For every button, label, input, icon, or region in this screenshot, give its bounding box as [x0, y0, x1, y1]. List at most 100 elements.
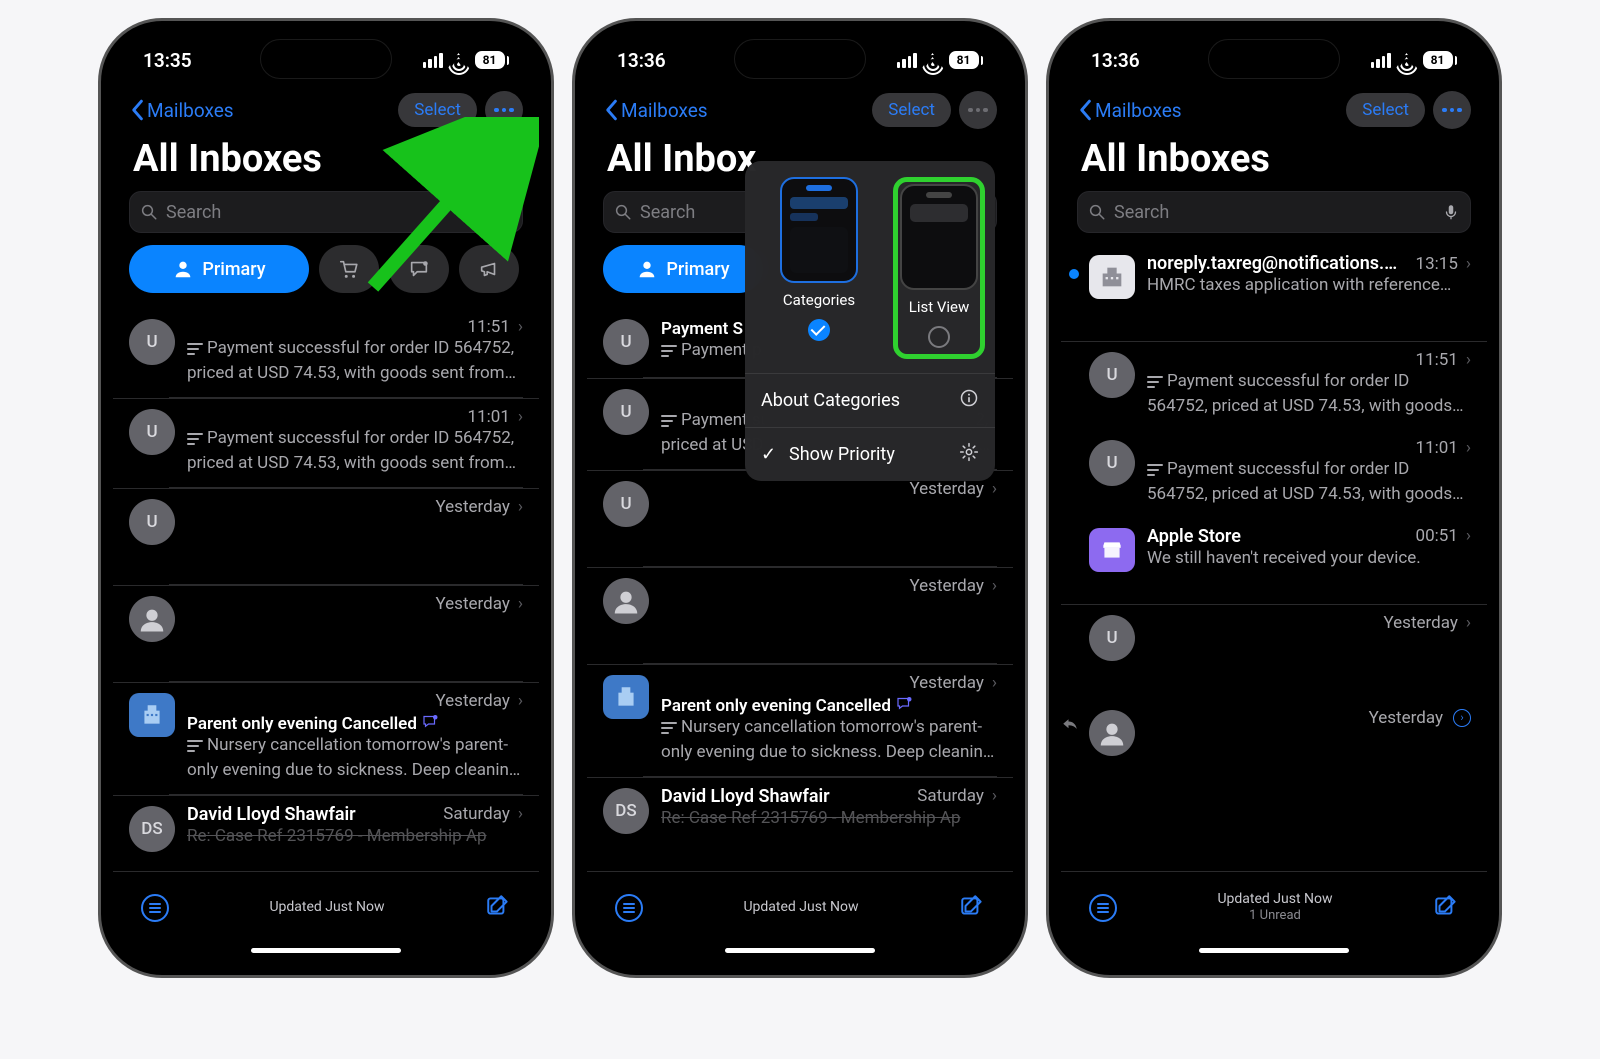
notification-icon: [417, 714, 439, 734]
option-categories[interactable]: Categories: [755, 177, 883, 359]
email-sender: noreply.taxreg@notifications.…: [1147, 253, 1408, 274]
email-row[interactable]: U 11:01› Payment successful for order ID…: [113, 398, 539, 487]
toolbar-status: Updated Just Now1 Unread: [1117, 891, 1433, 925]
person-icon: [137, 604, 167, 634]
unread-dot-icon: [1069, 269, 1079, 279]
more-button[interactable]: [959, 91, 997, 129]
list-view-preview-icon: [900, 184, 978, 290]
radio-selected-icon: [808, 319, 830, 341]
dynamic-island: [260, 39, 392, 79]
phone-frame-1: 13:35 81 Mailboxes Select All Inboxes Se…: [98, 18, 554, 978]
building-icon: [1098, 263, 1126, 291]
chevron-left-icon: [129, 99, 145, 121]
wifi-icon: [923, 53, 943, 67]
email-row[interactable]: U 11:51 › Payment successful for order ID…: [113, 309, 539, 397]
email-row[interactable]: U Yesterday›: [1061, 604, 1487, 700]
phone-frame-2: 13:36 81 Mailboxes Select All Inbox Sear…: [572, 18, 1028, 978]
toolbar-status: Updated Just Now: [169, 899, 485, 917]
compose-button[interactable]: [959, 893, 985, 923]
battery-icon: 81: [475, 51, 510, 69]
select-button[interactable]: Select: [872, 93, 951, 127]
email-sender: David Lloyd Shawfair: [187, 804, 435, 825]
info-icon: [959, 388, 979, 413]
store-icon: [1099, 537, 1125, 563]
search-input[interactable]: Search: [1077, 191, 1471, 233]
search-icon: [140, 203, 158, 221]
wifi-icon: [1397, 53, 1417, 67]
email-sender: Apple Store: [1147, 526, 1408, 547]
battery-icon: 81: [949, 51, 984, 69]
email-time: 11:51: [468, 317, 510, 337]
more-button[interactable]: [1433, 91, 1471, 129]
avatar: U: [129, 319, 175, 365]
avatar: U: [129, 499, 175, 545]
option-list-view[interactable]: List View: [900, 184, 978, 352]
chevron-right-icon: ›: [518, 317, 523, 337]
avatar: [129, 693, 175, 737]
email-preview: Nursery cancellation tomorrow's parent-o…: [187, 734, 523, 782]
home-indicator[interactable]: [1199, 948, 1349, 953]
email-row[interactable]: U Yesterday›: [113, 488, 539, 584]
filter-button[interactable]: [1089, 894, 1117, 922]
email-preview: Payment successful for order ID 564752, …: [187, 427, 523, 475]
home-indicator[interactable]: [251, 948, 401, 953]
page-title: All Inboxes: [1061, 137, 1487, 191]
cellular-icon: [1371, 53, 1391, 68]
select-button[interactable]: Select: [1346, 93, 1425, 127]
avatar: [1089, 255, 1135, 299]
email-row[interactable]: Yesterday›: [1061, 700, 1487, 780]
email-row[interactable]: Yesterday› Parent only evening Cancelled…: [113, 682, 539, 794]
email-list: U 11:51 › Payment successful for order ID…: [113, 309, 539, 852]
checkmark-icon: ✓: [761, 444, 779, 465]
categories-preview-icon: [780, 177, 858, 283]
email-row[interactable]: Yesterday› Parent only evening Cancelled…: [587, 664, 1013, 776]
home-indicator[interactable]: [725, 948, 875, 953]
summary-icon: [187, 339, 203, 362]
avatar: [129, 596, 175, 642]
back-button[interactable]: Mailboxes: [603, 99, 708, 122]
back-button[interactable]: Mailboxes: [129, 99, 234, 122]
chip-primary[interactable]: Primary: [129, 245, 309, 293]
view-options-popover: Categories List View About Categories ✓ …: [745, 161, 995, 481]
email-subject: Parent only evening Cancelled: [187, 713, 523, 734]
reply-icon: [1061, 714, 1079, 732]
menu-show-priority[interactable]: ✓ Show Priority: [745, 427, 995, 481]
avatar: DS: [129, 806, 175, 852]
filter-button[interactable]: [615, 894, 643, 922]
email-preview: HMRC taxes application with reference 77…: [1147, 274, 1471, 297]
back-button[interactable]: Mailboxes: [1077, 99, 1182, 122]
dynamic-island: [1208, 39, 1340, 79]
email-preview: Payment successful for order ID 564752, …: [187, 337, 523, 385]
battery-icon: 81: [1423, 51, 1458, 69]
status-time: 13:35: [143, 49, 192, 72]
email-row[interactable]: DS David Lloyd ShawfairSaturday› Re: Cas…: [587, 777, 1013, 834]
avatar: [1089, 528, 1135, 572]
email-row[interactable]: Yesterday›: [113, 585, 539, 681]
menu-about-categories[interactable]: About Categories: [745, 373, 995, 427]
email-row[interactable]: U Yesterday›: [587, 470, 1013, 566]
filter-button[interactable]: [141, 894, 169, 922]
mic-icon[interactable]: [1442, 203, 1460, 221]
email-row[interactable]: Yesterday›: [587, 567, 1013, 663]
compose-button[interactable]: [1433, 893, 1459, 923]
gear-icon: [959, 442, 979, 467]
dynamic-island: [734, 39, 866, 79]
compose-button[interactable]: [485, 893, 511, 923]
annotation-arrow: [343, 117, 539, 297]
cellular-icon: [423, 53, 443, 68]
cellular-icon: [897, 53, 917, 68]
avatar: U: [129, 409, 175, 455]
ellipsis-icon: [494, 108, 514, 113]
email-row[interactable]: U 11:01› Payment successful for order ID…: [1061, 430, 1487, 518]
email-row[interactable]: DS David Lloyd ShawfairSaturday› Re: Cas…: [113, 795, 539, 852]
chip-primary[interactable]: Primary: [603, 245, 763, 293]
phone-frame-3: 13:36 81 Mailboxes Select All Inboxes Se…: [1046, 18, 1502, 978]
email-row[interactable]: Apple Store00:51› We still haven't recei…: [1061, 518, 1487, 584]
radio-unselected-icon: [928, 326, 950, 348]
email-row[interactable]: U 11:51› Payment successful for order ID…: [1061, 341, 1487, 430]
chevron-ring-icon: ›: [1453, 709, 1471, 727]
email-row[interactable]: noreply.taxreg@notifications.…13:15› HMR…: [1061, 245, 1487, 311]
wifi-icon: [449, 53, 469, 67]
building-icon: [139, 702, 165, 728]
person-icon: [172, 258, 194, 280]
